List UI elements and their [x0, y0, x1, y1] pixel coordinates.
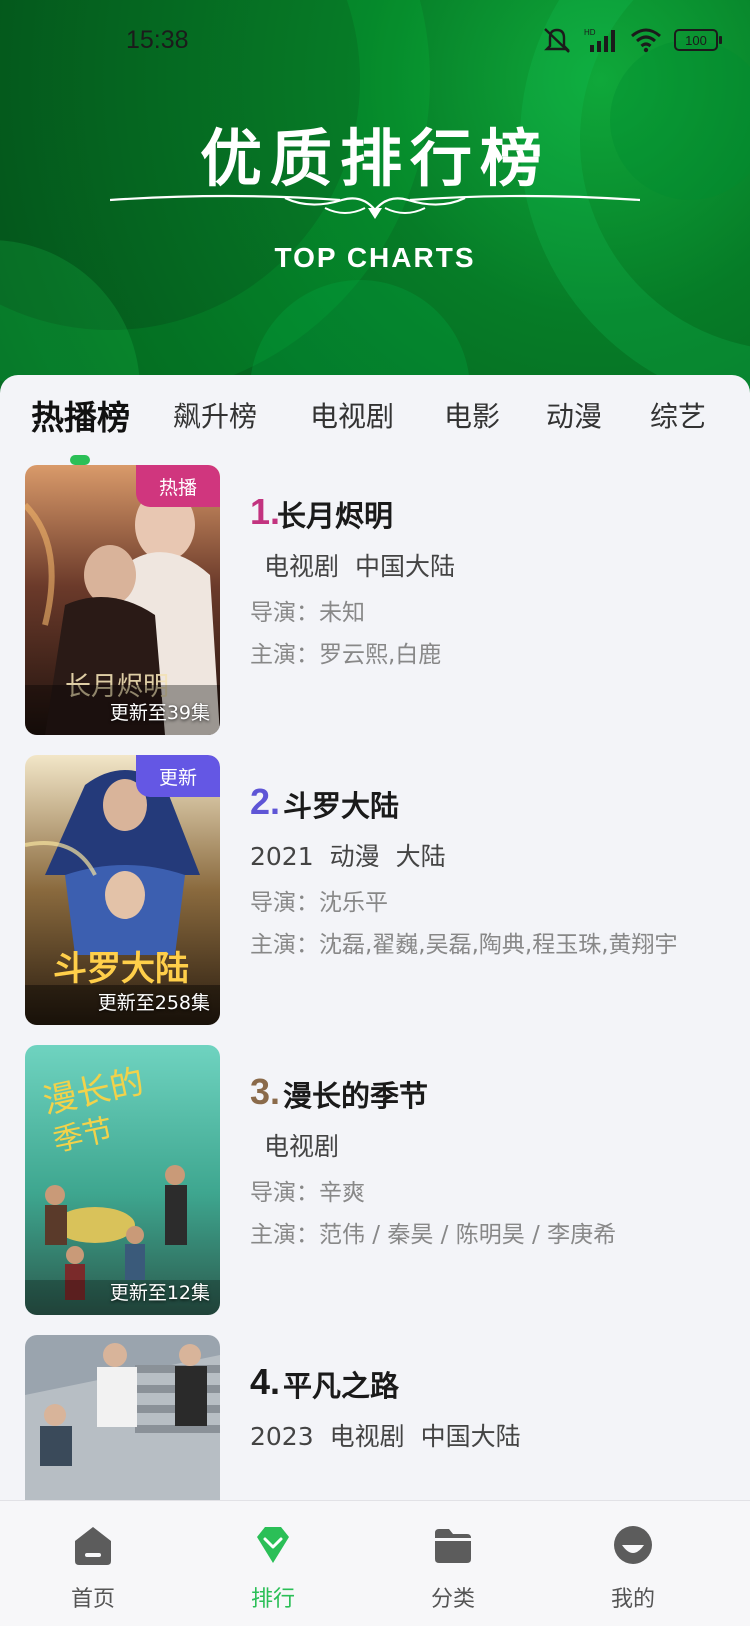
meta-year: 2021 — [250, 842, 314, 871]
nav-category[interactable]: 分类 — [393, 1523, 513, 1613]
meta-genre: 电视剧 — [329, 1422, 405, 1451]
battery-icon: 100 — [674, 29, 722, 51]
meta-region: 大陆 — [395, 842, 446, 871]
show-title[interactable]: 漫长的季节 — [283, 1073, 428, 1115]
show-meta: 2023 电视剧 中国大陆 — [250, 1417, 537, 1453]
cast-line: 主演：罗云熙,白鹿 — [250, 642, 442, 668]
show-title[interactable]: 斗罗大陆 — [283, 783, 399, 825]
meta-year: 2023 — [250, 1422, 314, 1451]
wifi-icon — [631, 28, 661, 53]
meta-genre: 动漫 — [329, 842, 380, 871]
mute-bell-icon — [544, 28, 570, 53]
meta-region: 中国大陆 — [355, 552, 456, 581]
poster-image[interactable] — [25, 1335, 220, 1500]
show-title[interactable]: 平凡之路 — [283, 1363, 399, 1405]
poster-image[interactable]: 长月烬明 热播 更新至39集 — [25, 465, 220, 735]
nav-profile[interactable]: 我的 — [573, 1523, 693, 1613]
nav-home-label: 首页 — [70, 1587, 115, 1612]
director-line: 导演：沈乐平 — [250, 890, 388, 916]
rank-number: 3. — [250, 1071, 281, 1112]
rank-item-1[interactable]: 长月烬明 热播 更新至39集 1. 长月烬明 电视剧中国大陆 导演：未知 主演：… — [0, 465, 750, 755]
show-meta: 2021 动漫 大陆 — [250, 837, 462, 873]
show-meta: 电视剧 — [250, 1127, 355, 1163]
episode-update-label: 更新至258集 — [97, 992, 210, 1014]
show-title[interactable]: 长月烬明 — [277, 493, 393, 535]
director-line: 导演：未知 — [250, 600, 365, 626]
rank-number: 1. — [250, 491, 281, 532]
cast-line: 主演：沈磊,翟巍,吴磊,陶典,程玉珠,黄翔宇 — [250, 932, 678, 958]
tab-tv[interactable]: 电视剧 — [310, 395, 394, 435]
rank-item-4[interactable]: 4. 平凡之路 2023 电视剧 中国大陆 — [0, 1335, 750, 1500]
signal-hd-label: HD — [584, 28, 596, 37]
tab-anime[interactable]: 动漫 — [546, 395, 602, 435]
svg-text:斗罗大陆: 斗罗大陆 — [53, 949, 189, 989]
signal-icon: HD — [584, 28, 615, 52]
nav-home[interactable]: 首页 — [33, 1523, 153, 1613]
folder-icon — [435, 1529, 471, 1563]
nav-ranking[interactable]: 排行 — [213, 1523, 333, 1613]
tab-variety[interactable]: 综艺 — [650, 395, 706, 435]
meta-region: 中国大陆 — [420, 1422, 521, 1451]
tab-hot[interactable]: 热播榜 — [31, 391, 130, 439]
status-badge: 更新 — [136, 755, 220, 797]
nav-profile-label: 我的 — [610, 1587, 655, 1612]
ranking-content: 热播榜 飙升榜 电视剧 电影 动漫 综艺 长月烬明 — [0, 375, 750, 1500]
rank-item-2[interactable]: 斗罗大陆 更新 更新至258集 2. 斗罗大陆 2021 动漫 大陆 导演：沈乐平 … — [0, 755, 750, 1045]
director-line: 导演：辛爽 — [250, 1180, 365, 1206]
bottom-navigation: 首页 排行 分类 我的 — [0, 1500, 750, 1626]
status-icons: HD 100 — [542, 26, 722, 54]
cast-line: 主演：范伟 / 秦昊 / 陈明昊 / 李庚希 — [250, 1222, 617, 1248]
banner-title: 优质排行榜 — [199, 122, 550, 195]
flourish-ornament — [110, 194, 640, 219]
tab-rising[interactable]: 飙升榜 — [173, 395, 257, 435]
rank-item-3[interactable]: 漫长的 季节 更新至12集 3. 漫长的季节 电视剧 导演：辛爽 主演：范伟 /… — [0, 1045, 750, 1335]
meta-genre: 电视剧 — [264, 1132, 340, 1161]
meta-genre: 电视剧 — [264, 552, 340, 581]
banner-subtitle: TOP CHARTS — [274, 242, 476, 273]
tab-indicator — [70, 455, 90, 465]
poster-image[interactable]: 漫长的 季节 更新至12集 — [25, 1045, 220, 1315]
status-time: 15:38 — [126, 26, 189, 54]
rank-number: 4. — [250, 1361, 281, 1402]
nav-category-label: 分类 — [430, 1587, 475, 1612]
ranking-icon — [257, 1527, 289, 1563]
tab-bar: 热播榜 飙升榜 电视剧 电影 动漫 综艺 — [0, 375, 750, 475]
nav-ranking-label: 排行 — [250, 1587, 295, 1612]
home-icon — [75, 1527, 111, 1565]
episode-update-label: 更新至12集 — [109, 1282, 210, 1304]
header-banner: 15:38 HD 100 优质排行榜 TOP CHARTS — [0, 0, 750, 400]
status-badge: 热播 — [136, 465, 220, 507]
rank-number: 2. — [250, 781, 281, 822]
poster-image[interactable]: 斗罗大陆 更新 更新至258集 — [25, 755, 220, 1025]
tab-movie[interactable]: 电影 — [444, 395, 500, 435]
profile-icon — [614, 1526, 652, 1564]
episode-update-label: 更新至39集 — [109, 702, 210, 724]
show-meta: 电视剧 中国大陆 — [250, 547, 471, 583]
